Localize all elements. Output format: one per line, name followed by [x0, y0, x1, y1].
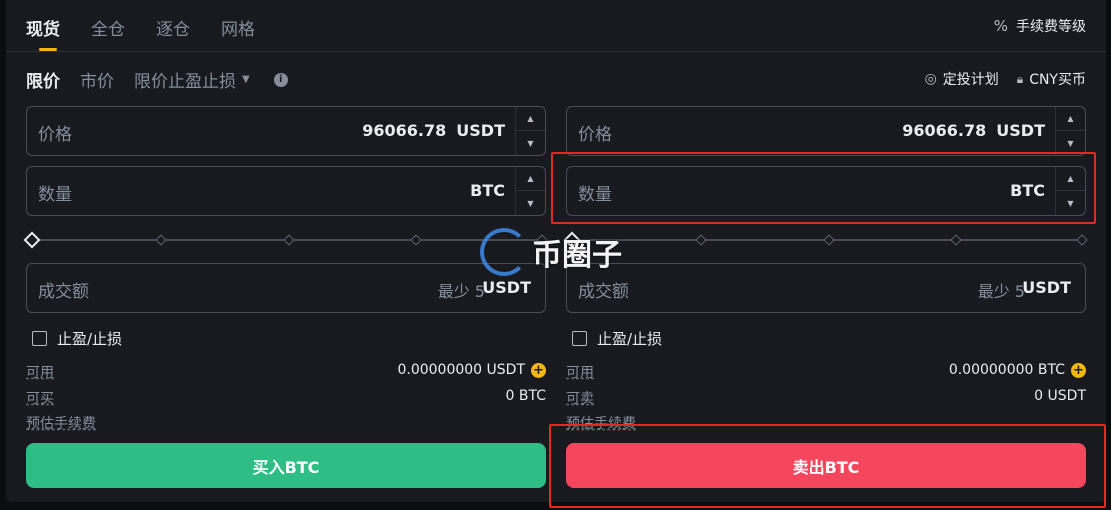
sell-price-value: 96066.78: [902, 121, 987, 140]
sell-amount-unit: BTC: [1010, 181, 1045, 200]
buy-amount-unit: BTC: [470, 181, 505, 200]
tab-spot[interactable]: 现货: [26, 15, 60, 40]
available-value: 0.00000000 BTC: [948, 362, 1065, 378]
buy-total-label: 成交额: [38, 282, 89, 302]
auto-invest-icon: ◎: [924, 71, 937, 87]
order-type-market[interactable]: 市价: [80, 67, 114, 92]
header-links: ◎ 定投计划 🔒︎ CNY买币: [925, 69, 1086, 89]
sell-price-value-wrap: 96066.78 USDT: [902, 121, 1045, 140]
increment-icon[interactable]: ▲: [516, 107, 545, 131]
available-value-wrap: 0.00000000 USDT +: [397, 362, 546, 378]
buy-total-unit: USDT: [482, 278, 531, 297]
decrement-icon[interactable]: ▼: [516, 191, 545, 215]
buy-amount-stepper: ▲ ▼: [515, 167, 545, 215]
slider-tick-25[interactable]: [155, 234, 167, 246]
active-tab-indicator: [39, 48, 57, 51]
tab-cross[interactable]: 全仓: [91, 15, 125, 40]
buy-total-hint: 最少 5: [437, 282, 485, 301]
slider-tick-50[interactable]: [283, 234, 295, 246]
buy-amount-field[interactable]: 数量 BTC ▲ ▼: [26, 166, 546, 216]
sell-total-field[interactable]: 成交额 最少 5 USDT: [566, 263, 1086, 313]
lock-icon: 🔒︎: [1016, 71, 1024, 86]
cny-buy-link[interactable]: 🔒︎ CNY买币: [1017, 69, 1086, 89]
available-label: 可用: [26, 365, 54, 381]
sell-total-hint: 最少 5: [977, 282, 1025, 301]
percent-icon: %: [993, 17, 1008, 35]
available-value: 0.00000000 USDT: [397, 362, 525, 378]
max-sell-label: 可卖: [566, 391, 594, 407]
watermark-text: 币圈子: [532, 238, 622, 273]
tpsl-label: 止盈/止损: [57, 330, 123, 348]
buy-max-row: 可买 0 BTC: [26, 388, 546, 408]
cny-buy-label: CNY买币: [1029, 72, 1086, 88]
est-fee-label: 预估手续费: [566, 416, 636, 432]
increment-icon[interactable]: ▲: [1056, 167, 1085, 191]
auto-invest-link[interactable]: ◎ 定投计划: [925, 69, 999, 89]
watermark-logo-icon: [480, 228, 528, 276]
buy-price-unit: USDT: [456, 121, 505, 140]
max-sell-value: 0 USDT: [1034, 388, 1086, 404]
tpsl-label: 止盈/止损: [597, 330, 663, 348]
increment-icon[interactable]: ▲: [516, 167, 545, 191]
slider-tick-25[interactable]: [695, 234, 707, 246]
sell-amount-field[interactable]: 数量 BTC ▲ ▼: [566, 166, 1086, 216]
slider-tick-75[interactable]: [950, 234, 962, 246]
order-type-stop-limit[interactable]: 限价止盈止损: [134, 67, 236, 92]
decrement-icon[interactable]: ▼: [516, 131, 545, 155]
tpsl-checkbox[interactable]: [572, 331, 587, 346]
watermark: 币圈子: [480, 228, 622, 276]
sell-price-label: 价格: [578, 125, 612, 145]
slider-tick-50[interactable]: [823, 234, 835, 246]
buy-fee-row: 预估手续费: [26, 413, 546, 433]
buy-btc-button[interactable]: 买入BTC: [26, 443, 546, 488]
sell-total-label: 成交额: [578, 282, 629, 302]
sell-amount-stepper: ▲ ▼: [1055, 167, 1085, 215]
fee-level-label: 手续费等级: [1016, 19, 1086, 35]
decrement-icon[interactable]: ▼: [1056, 191, 1085, 215]
caret-down-icon[interactable]: ▼: [242, 74, 250, 85]
info-icon[interactable]: i: [273, 72, 288, 87]
buy-price-field[interactable]: 价格 96066.78 USDT ▲ ▼: [26, 106, 546, 156]
available-label: 可用: [566, 365, 594, 381]
slider-tick-75[interactable]: [410, 234, 422, 246]
tab-isolated[interactable]: 逐仓: [156, 15, 190, 40]
sell-btc-button[interactable]: 卖出BTC: [566, 443, 1086, 488]
auto-invest-label: 定投计划: [942, 72, 999, 88]
sell-total-unit: USDT: [1022, 278, 1071, 297]
buy-tpsl-toggle[interactable]: 止盈/止损: [32, 328, 122, 349]
buy-price-value-wrap: 96066.78 USDT: [362, 121, 505, 140]
order-type-tabs: 限价 市价 限价止盈止损 ▼ i: [26, 67, 288, 92]
buy-price-label: 价格: [38, 125, 72, 145]
est-fee-label: 预估手续费: [26, 416, 96, 432]
sell-max-row: 可卖 0 USDT: [566, 388, 1086, 408]
add-funds-icon[interactable]: +: [1071, 362, 1086, 378]
tab-grid[interactable]: 网格: [221, 15, 255, 40]
margin-mode-tabs: 现货 全仓 逐仓 网格 % 手续费等级: [6, 0, 1106, 52]
max-buy-value: 0 BTC: [505, 388, 546, 404]
slider-tick-100[interactable]: [1076, 234, 1088, 246]
buy-price-value: 96066.78: [362, 121, 447, 140]
buy-price-stepper: ▲ ▼: [515, 107, 545, 155]
decrement-icon[interactable]: ▼: [1056, 131, 1085, 155]
fee-level-link[interactable]: % 手续费等级: [994, 16, 1086, 36]
sell-tpsl-toggle[interactable]: 止盈/止损: [572, 328, 662, 349]
max-buy-label: 可买: [26, 391, 54, 407]
sell-amount-slider[interactable]: [563, 231, 1088, 249]
tpsl-checkbox[interactable]: [32, 331, 47, 346]
sell-price-field[interactable]: 价格 96066.78 USDT ▲ ▼: [566, 106, 1086, 156]
sell-fee-row: 预估手续费: [566, 413, 1086, 433]
increment-icon[interactable]: ▲: [1056, 107, 1085, 131]
sell-amount-label: 数量: [578, 185, 612, 205]
sell-price-unit: USDT: [996, 121, 1045, 140]
sell-price-stepper: ▲ ▼: [1055, 107, 1085, 155]
buy-amount-label: 数量: [38, 185, 72, 205]
buy-amount-slider[interactable]: [23, 231, 548, 249]
available-value-wrap: 0.00000000 BTC +: [949, 362, 1086, 378]
buy-available-row: 可用 0.00000000 USDT +: [26, 362, 546, 382]
add-funds-icon[interactable]: +: [531, 362, 546, 378]
order-type-limit[interactable]: 限价: [26, 67, 60, 92]
slider-handle[interactable]: [23, 231, 41, 249]
buy-total-field[interactable]: 成交额 最少 5 USDT: [26, 263, 546, 313]
sell-available-row: 可用 0.00000000 BTC +: [566, 362, 1086, 382]
